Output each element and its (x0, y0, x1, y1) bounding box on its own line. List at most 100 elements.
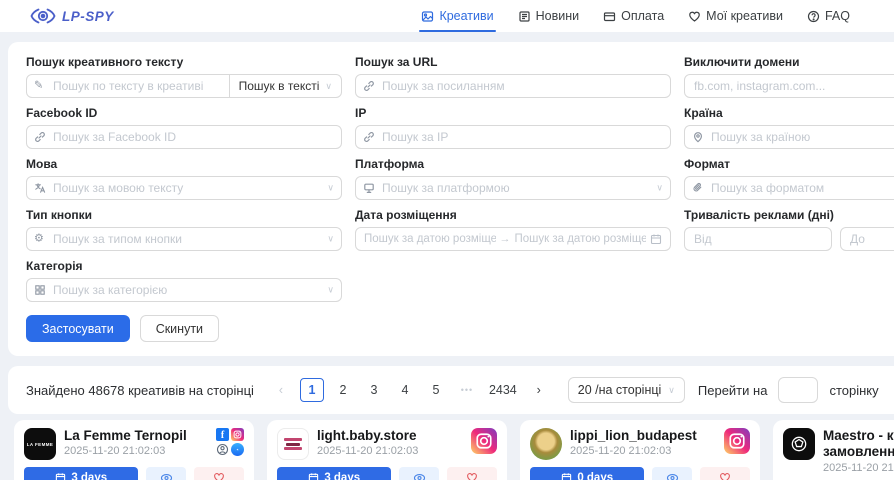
duration-to-input[interactable] (840, 227, 894, 251)
days-active-button[interactable]: 3 days (24, 467, 138, 480)
creative-timestamp: 2025-11-20 21:02:03 (64, 445, 208, 457)
messenger-icon[interactable] (231, 443, 244, 456)
creative-card[interactable]: light.baby.store 2025-11-20 21:02:03 3 d… (267, 420, 507, 480)
favorite-button[interactable] (447, 467, 497, 480)
days-active-button[interactable]: 3 days (277, 467, 391, 480)
credit-card-icon (603, 10, 616, 23)
emblem-icon (790, 435, 808, 453)
translate-icon (34, 182, 46, 194)
field-placement-date: Дата розміщення → (355, 208, 671, 251)
nav-faq[interactable]: FAQ (807, 0, 850, 32)
nav-news[interactable]: Новини (518, 0, 580, 32)
paperclip-icon (692, 182, 704, 194)
nav-creatives[interactable]: Креативи (421, 0, 493, 32)
ip-input[interactable] (355, 125, 671, 149)
creative-card[interactable]: LA FEMME La Femme Ternopil 2025-11-20 21… (14, 420, 254, 480)
pagination-page-5[interactable]: 5 (424, 378, 448, 402)
country-select-input[interactable] (684, 125, 894, 149)
chevron-down-icon: ∨ (656, 184, 663, 193)
url-input[interactable] (355, 74, 671, 98)
date-to-input[interactable] (515, 233, 647, 245)
creative-card[interactable]: Maestro - кухні, меблі на замовлення в У… (773, 420, 894, 480)
pagination-next[interactable]: › (527, 378, 551, 402)
pagination-last-page[interactable]: 2434 (486, 378, 520, 402)
duration-from-input[interactable] (684, 227, 832, 251)
goto-page-input[interactable] (778, 377, 818, 403)
heart-icon (213, 472, 225, 480)
pagination-ellipsis[interactable]: ••• (455, 378, 479, 402)
creative-timestamp: 2025-11-20 21:02:03 (570, 445, 716, 457)
heart-icon (466, 472, 478, 480)
advertiser-name[interactable]: Maestro - кухні, меблі на замовлення в У… (823, 428, 894, 460)
button-type-select-input[interactable] (26, 227, 342, 251)
apply-button[interactable]: Застосувати (26, 315, 130, 342)
goto-label: Перейти на (698, 383, 768, 398)
top-header: LP-SPY Креативи Новини Оплата Мої креати… (0, 0, 894, 32)
advertiser-name[interactable]: La Femme Ternopil (64, 428, 208, 443)
instagram-icon[interactable] (231, 428, 244, 441)
facebook-icon[interactable]: f (216, 428, 229, 441)
pen-icon: ✎ (34, 81, 43, 92)
brand-logo[interactable]: LP-SPY (30, 8, 114, 24)
category-select-input[interactable] (26, 278, 342, 302)
chevron-down-icon: ∨ (325, 81, 332, 92)
field-url: Пошук за URL (355, 55, 671, 98)
language-select-input[interactable] (26, 176, 342, 200)
views-button[interactable] (399, 467, 439, 480)
heart-icon (719, 472, 731, 480)
grid-icon (34, 284, 46, 296)
date-range-picker[interactable]: → (355, 227, 671, 251)
calendar-icon (308, 472, 319, 480)
platform-select-input[interactable] (355, 176, 671, 200)
advertiser-name[interactable]: light.baby.store (317, 428, 463, 443)
creative-text-input[interactable] (26, 74, 230, 98)
nav-my-creatives[interactable]: Мої креативи (688, 0, 783, 32)
facebook-id-input[interactable] (26, 125, 342, 149)
filter-panel: Пошук креативного тексту ✎ Пошук в текст… (8, 42, 894, 356)
eye-icon (413, 473, 426, 480)
format-select-input[interactable] (684, 176, 894, 200)
nav-payment[interactable]: Оплата (603, 0, 664, 32)
link-icon (363, 131, 375, 143)
favorite-button[interactable] (194, 467, 244, 480)
news-icon (518, 10, 531, 23)
instagram-icon[interactable] (471, 428, 497, 454)
calendar-icon (55, 472, 66, 480)
eye-logo-icon (30, 8, 56, 24)
chevron-down-icon: ∨ (327, 184, 334, 193)
pagination-prev[interactable]: ‹ (269, 378, 293, 402)
platform-icon (363, 182, 375, 194)
pagination-page-3[interactable]: 3 (362, 378, 386, 402)
chevron-down-icon: ∨ (327, 286, 334, 295)
picture-icon (421, 10, 434, 23)
days-active-button[interactable]: 0 days (530, 467, 644, 480)
eye-icon (666, 473, 679, 480)
avatar: LA FEMME (24, 428, 56, 460)
views-button[interactable] (652, 467, 692, 480)
field-label: Пошук креативного тексту (26, 55, 342, 69)
page-size-select[interactable]: 20 /на сторінці ∨ (568, 377, 685, 403)
link-icon (34, 131, 46, 143)
field-creative-text: Пошук креативного тексту ✎ Пошук в текст… (26, 55, 342, 98)
pagination-page-1[interactable]: 1 (300, 378, 324, 402)
date-from-input[interactable] (364, 233, 496, 245)
advertiser-name[interactable]: lippi_lion_budapest (570, 428, 716, 443)
instagram-icon[interactable] (724, 428, 750, 454)
pagination-page-2[interactable]: 2 (331, 378, 355, 402)
creative-timestamp: 2025-11-20 21:02:03 (317, 445, 463, 457)
results-bar: Знайдено 48678 креативів на сторінці ‹ 1… (8, 366, 894, 414)
calendar-icon (561, 472, 572, 480)
avatar (277, 428, 309, 460)
profile-icon[interactable] (216, 443, 229, 456)
views-button[interactable] (146, 467, 186, 480)
creative-timestamp: 2025-11-20 21:02:03 (823, 462, 894, 474)
field-button-type: Тип кнопки ⚙ ∨ (26, 208, 342, 251)
reset-button[interactable]: Скинути (140, 315, 219, 342)
search-mode-select[interactable]: Пошук в тексті ∨ (229, 74, 342, 98)
field-exclude-domains: Виключити домени (684, 55, 894, 98)
exclude-domains-input[interactable] (684, 74, 894, 98)
location-pin-icon (692, 131, 704, 143)
pagination-page-4[interactable]: 4 (393, 378, 417, 402)
creative-card[interactable]: lippi_lion_budapest 2025-11-20 21:02:03 … (520, 420, 760, 480)
favorite-button[interactable] (700, 467, 750, 480)
